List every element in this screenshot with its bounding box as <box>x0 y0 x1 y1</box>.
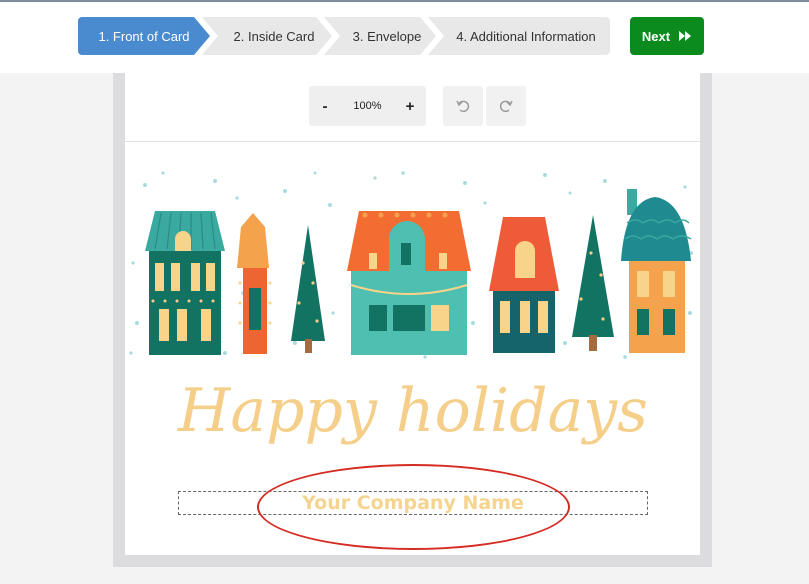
toolbar-divider <box>125 141 700 142</box>
card-front: Happy holidays Your Company Name <box>125 143 700 555</box>
redo-icon <box>499 100 513 113</box>
greeting-script: Happy holidays <box>177 376 648 446</box>
step-label: 1. Front of Card <box>98 28 190 44</box>
zoom-control: - 100% + <box>309 86 426 126</box>
step-inside-card[interactable]: 2. Inside Card <box>202 17 332 55</box>
fast-forward-icon <box>679 31 692 41</box>
wizard-header: 1. Front of Card 2. Inside Card 3. Envel… <box>0 2 809 73</box>
highlight-ellipse <box>257 464 570 550</box>
zoom-out-button[interactable]: - <box>309 86 341 126</box>
step-label: 4. Additional Information <box>456 28 596 44</box>
step-label: 2. Inside Card <box>233 28 315 44</box>
undo-button[interactable] <box>443 86 483 126</box>
step-front-of-card[interactable]: 1. Front of Card <box>78 17 210 55</box>
next-button[interactable]: Next <box>630 17 704 55</box>
redo-button[interactable] <box>486 86 526 126</box>
step-label: 3. Envelope <box>352 28 422 44</box>
step-additional-information[interactable]: 4. Additional Information <box>428 17 610 55</box>
zoom-in-button[interactable]: + <box>394 86 426 126</box>
zoom-value: 100% <box>353 100 382 112</box>
editor-panel: - 100% + Happy holidays Your Company Nam… <box>125 73 700 555</box>
editor-stage: - 100% + Happy holidays Your Company Nam… <box>113 73 712 567</box>
step-envelope[interactable]: 3. Envelope <box>324 17 436 55</box>
undo-icon <box>456 100 470 113</box>
next-label: Next <box>641 28 671 44</box>
bottom-strip <box>0 567 809 584</box>
